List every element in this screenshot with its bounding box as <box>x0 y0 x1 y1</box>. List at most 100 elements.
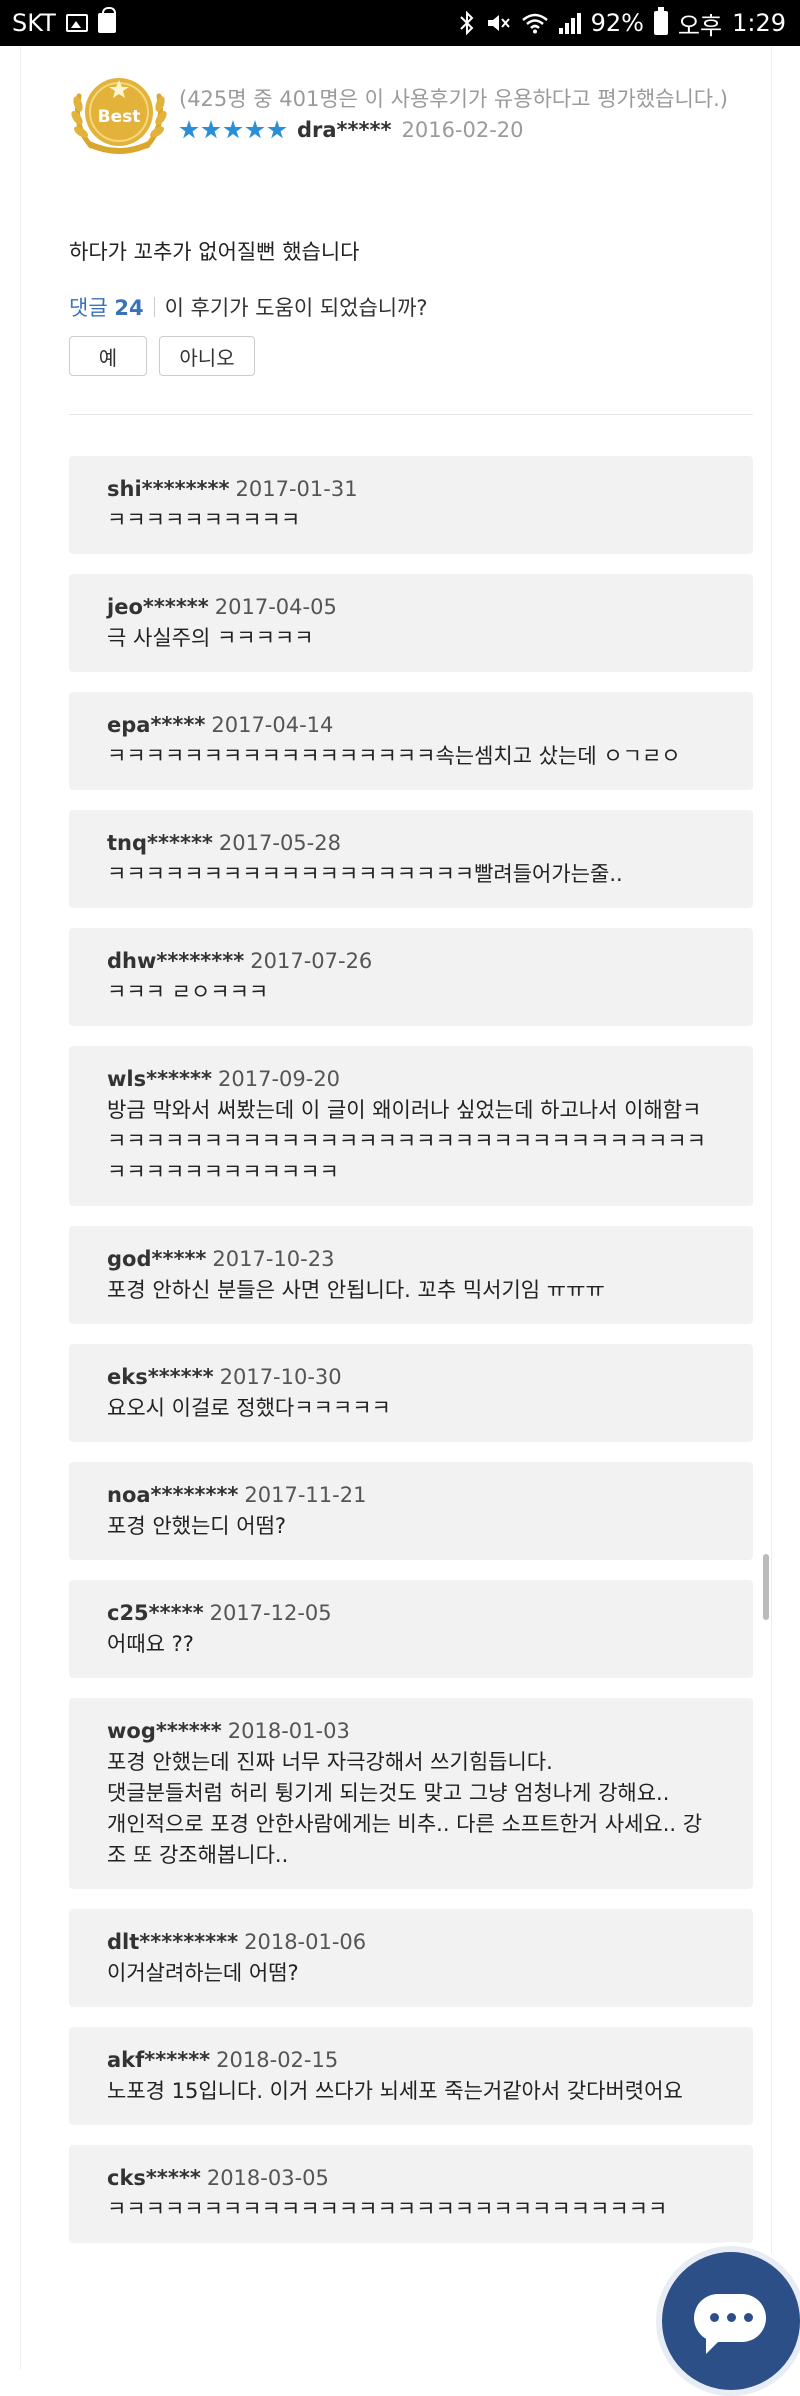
rating-row: dra***** 2016-02-20 <box>179 118 759 142</box>
comment-user: god***** <box>107 1247 207 1271</box>
battery-percent: 92% <box>590 9 644 37</box>
comment-header: c25***** 2017-12-05 <box>107 1598 715 1629</box>
comment-header: shi******** 2017-01-31 <box>107 474 715 505</box>
comment-user: wog****** <box>107 1719 222 1743</box>
comment-text: 이거살려하는데 어떰? <box>107 1961 299 1985</box>
comment-text: ㅋㅋㅋㅋㅋㅋㅋㅋㅋㅋㅋㅋㅋㅋㅋㅋㅋㅋㅋㅋㅋㅋㅋㅋㅋㅋㅋㅋㅋ <box>107 2197 668 2221</box>
comment-item: wog****** 2018-01-03 포경 안했는데 진짜 너무 자극강해서 쓰… <box>69 1698 753 1889</box>
comment-date: 2017-05-28 <box>218 831 341 855</box>
comment-item: c25***** 2017-12-05 어때요 ?? <box>69 1580 753 1678</box>
comment-date: 2017-01-31 <box>235 477 358 501</box>
comment-text: 방금 막와서 써봤는데 이 글이 왜이러나 싶었는데 하고나서 이해함ㅋㅋㅋㅋㅋ… <box>107 1098 706 1184</box>
comment-text: ㅋㅋㅋㅋㅋㅋㅋㅋㅋㅋㅋㅋㅋㅋㅋㅋㅋ속는셈치고 샀는데 ㅇㄱㄹㅇ <box>107 744 681 768</box>
review-page: Best (425명 중 401명은 이 사용후기가 유용하다고 평가했습니다.… <box>20 46 772 2370</box>
comment-user: dlt********* <box>107 1930 239 1954</box>
comment-item: eks****** 2017-10-30 요오시 이걸로 정했다ㅋㅋㅋㅋㅋ <box>69 1344 753 1442</box>
comment-item: epa***** 2017-04-14 ㅋㅋㅋㅋㅋㅋㅋㅋㅋㅋㅋㅋㅋㅋㅋㅋㅋ속는셈치고… <box>69 692 753 790</box>
comment-text: ㅋㅋㅋㅋㅋㅋㅋㅋㅋㅋ <box>107 508 301 532</box>
comment-user: noa******** <box>107 1483 239 1507</box>
review-body: 하다가 꼬추가 없어질뻔 했습니다 <box>69 240 360 264</box>
comment-text: 포경 안했는디 어떰? <box>107 1514 287 1538</box>
comment-header: wog****** 2018-01-03 <box>107 1716 715 1747</box>
comment-date: 2017-12-05 <box>209 1601 332 1625</box>
comment-text: 포경 안하신 분들은 사면 안됩니다. 꼬추 믹서기임 ㅠㅠㅠ <box>107 1278 605 1302</box>
comment-header: dhw******** 2017-07-26 <box>107 946 715 977</box>
divider <box>69 414 753 415</box>
separator <box>153 297 155 317</box>
star-rating <box>179 120 287 140</box>
comment-user: eks****** <box>107 1365 214 1389</box>
comment-user: shi******** <box>107 477 230 501</box>
wifi-icon <box>521 13 548 34</box>
comment-text: 극 사실주의 ㅋㅋㅋㅋㅋ <box>107 626 314 650</box>
image-icon <box>65 14 88 32</box>
comment-date: 2017-04-14 <box>211 713 334 737</box>
battery-icon <box>653 7 668 35</box>
signal-icon <box>558 12 581 34</box>
comment-text: 포경 안했는데 진짜 너무 자극강해서 쓰기힘듭니다. 댓글분들처럼 허리 튕기… <box>107 1750 703 1867</box>
comment-date: 2017-11-21 <box>244 1483 367 1507</box>
comment-count-link[interactable]: 댓글 24 <box>69 292 144 322</box>
comment-item: wls****** 2017-09-20 방금 막와서 써봤는데 이 글이 왜이러나… <box>69 1046 753 1206</box>
comment-header: tnq****** 2017-05-28 <box>107 828 715 859</box>
comment-item: dhw******** 2017-07-26 ㅋㅋㅋ ㄹㅇㅋㅋㅋ <box>69 928 753 1026</box>
comment-item: tnq****** 2017-05-28 ㅋㅋㅋㅋㅋㅋㅋㅋㅋㅋㅋㅋㅋㅋㅋㅋㅋㅋㅋ빨려… <box>69 810 753 908</box>
comment-header: god***** 2017-10-23 <box>107 1244 715 1275</box>
comment-item: jeo****** 2017-04-05 극 사실주의 ㅋㅋㅋㅋㅋ <box>69 574 753 672</box>
bluetooth-icon <box>459 11 473 35</box>
comment-user: c25***** <box>107 1601 204 1625</box>
star-icon <box>179 120 199 139</box>
comment-user: akf****** <box>107 2048 211 2072</box>
comment-date: 2017-04-05 <box>214 595 337 619</box>
yes-button[interactable]: 예 <box>69 336 147 376</box>
comment-header: dlt********* 2018-01-06 <box>107 1927 715 1958</box>
comment-date: 2018-01-06 <box>244 1930 367 1954</box>
status-bar: SKT 92% 오후 1:29 <box>0 0 800 46</box>
comment-item: akf****** 2018-02-15 노포경 15입니다. 이거 쓰다가 뇌세포… <box>69 2027 753 2125</box>
vote-buttons: 예 아니오 <box>69 336 255 376</box>
comment-text: ㅋㅋㅋ ㄹㅇㅋㅋㅋ <box>107 980 269 1004</box>
comment-user: epa***** <box>107 713 206 737</box>
comment-date: 2017-10-30 <box>219 1365 342 1389</box>
comment-header: cks***** 2018-03-05 <box>107 2163 715 2194</box>
comment-user: dhw******** <box>107 949 245 973</box>
comment-text: 어때요 ?? <box>107 1632 194 1656</box>
comment-date: 2017-07-26 <box>250 949 373 973</box>
comment-count: 24 <box>114 296 144 320</box>
comment-user: wls****** <box>107 1067 212 1091</box>
comment-item: god***** 2017-10-23 포경 안하신 분들은 사면 안됩니다. 꼬추… <box>69 1226 753 1324</box>
review-meta: (425명 중 401명은 이 사용후기가 유용하다고 평가했습니다.) dra… <box>179 84 759 142</box>
clock-time: 1:29 <box>732 9 786 37</box>
comment-list: shi******** 2017-01-31 ㅋㅋㅋㅋㅋㅋㅋㅋㅋㅋ jeo******… <box>69 456 753 2263</box>
badge-label: Best <box>98 107 141 127</box>
comment-header: epa***** 2017-04-14 <box>107 710 715 741</box>
comment-item: shi******** 2017-01-31 ㅋㅋㅋㅋㅋㅋㅋㅋㅋㅋ <box>69 456 753 554</box>
chat-button[interactable] <box>656 2246 800 2396</box>
review-actions: 댓글 24 이 후기가 도움이 되었습니까? <box>69 292 428 322</box>
comment-user: jeo****** <box>107 595 209 619</box>
comment-item: dlt********* 2018-01-06 이거살려하는데 어떰? <box>69 1909 753 2007</box>
star-icon <box>223 120 243 139</box>
comment-text: 요오시 이걸로 정했다ㅋㅋㅋㅋㅋ <box>107 1396 391 1420</box>
carrier-label: SKT <box>12 9 56 37</box>
comment-user: tnq****** <box>107 831 213 855</box>
scrollbar[interactable] <box>763 1554 769 1620</box>
helpful-note: (425명 중 401명은 이 사용후기가 유용하다고 평가했습니다.) <box>179 87 728 111</box>
star-icon <box>201 120 221 139</box>
star-icon <box>245 120 265 139</box>
time-ampm: 오후 <box>677 11 723 40</box>
best-badge-icon: Best <box>71 78 167 154</box>
comment-text: ㅋㅋㅋㅋㅋㅋㅋㅋㅋㅋㅋㅋㅋㅋㅋㅋㅋㅋㅋ빨려들어가는줄.. <box>107 862 623 886</box>
chat-bubble-icon <box>694 2294 766 2354</box>
comment-text: 노포경 15입니다. 이거 쓰다가 뇌세포 죽는거같아서 갖다버렷어요 <box>107 2079 683 2103</box>
no-button[interactable]: 아니오 <box>159 336 255 376</box>
comment-header: noa******** 2017-11-21 <box>107 1480 715 1511</box>
review-date: 2016-02-20 <box>401 118 524 142</box>
shopping-bag-icon <box>97 7 116 33</box>
comment-item: cks***** 2018-03-05 ㅋㅋㅋㅋㅋㅋㅋㅋㅋㅋㅋㅋㅋㅋㅋㅋㅋㅋㅋㅋㅋㅋ… <box>69 2145 753 2243</box>
star-icon <box>267 120 287 139</box>
helpful-question: 이 후기가 도움이 되었습니까? <box>164 296 428 320</box>
comment-date: 2018-02-15 <box>216 2048 339 2072</box>
comment-date: 2018-03-05 <box>206 2166 329 2190</box>
comment-user: cks***** <box>107 2166 201 2190</box>
